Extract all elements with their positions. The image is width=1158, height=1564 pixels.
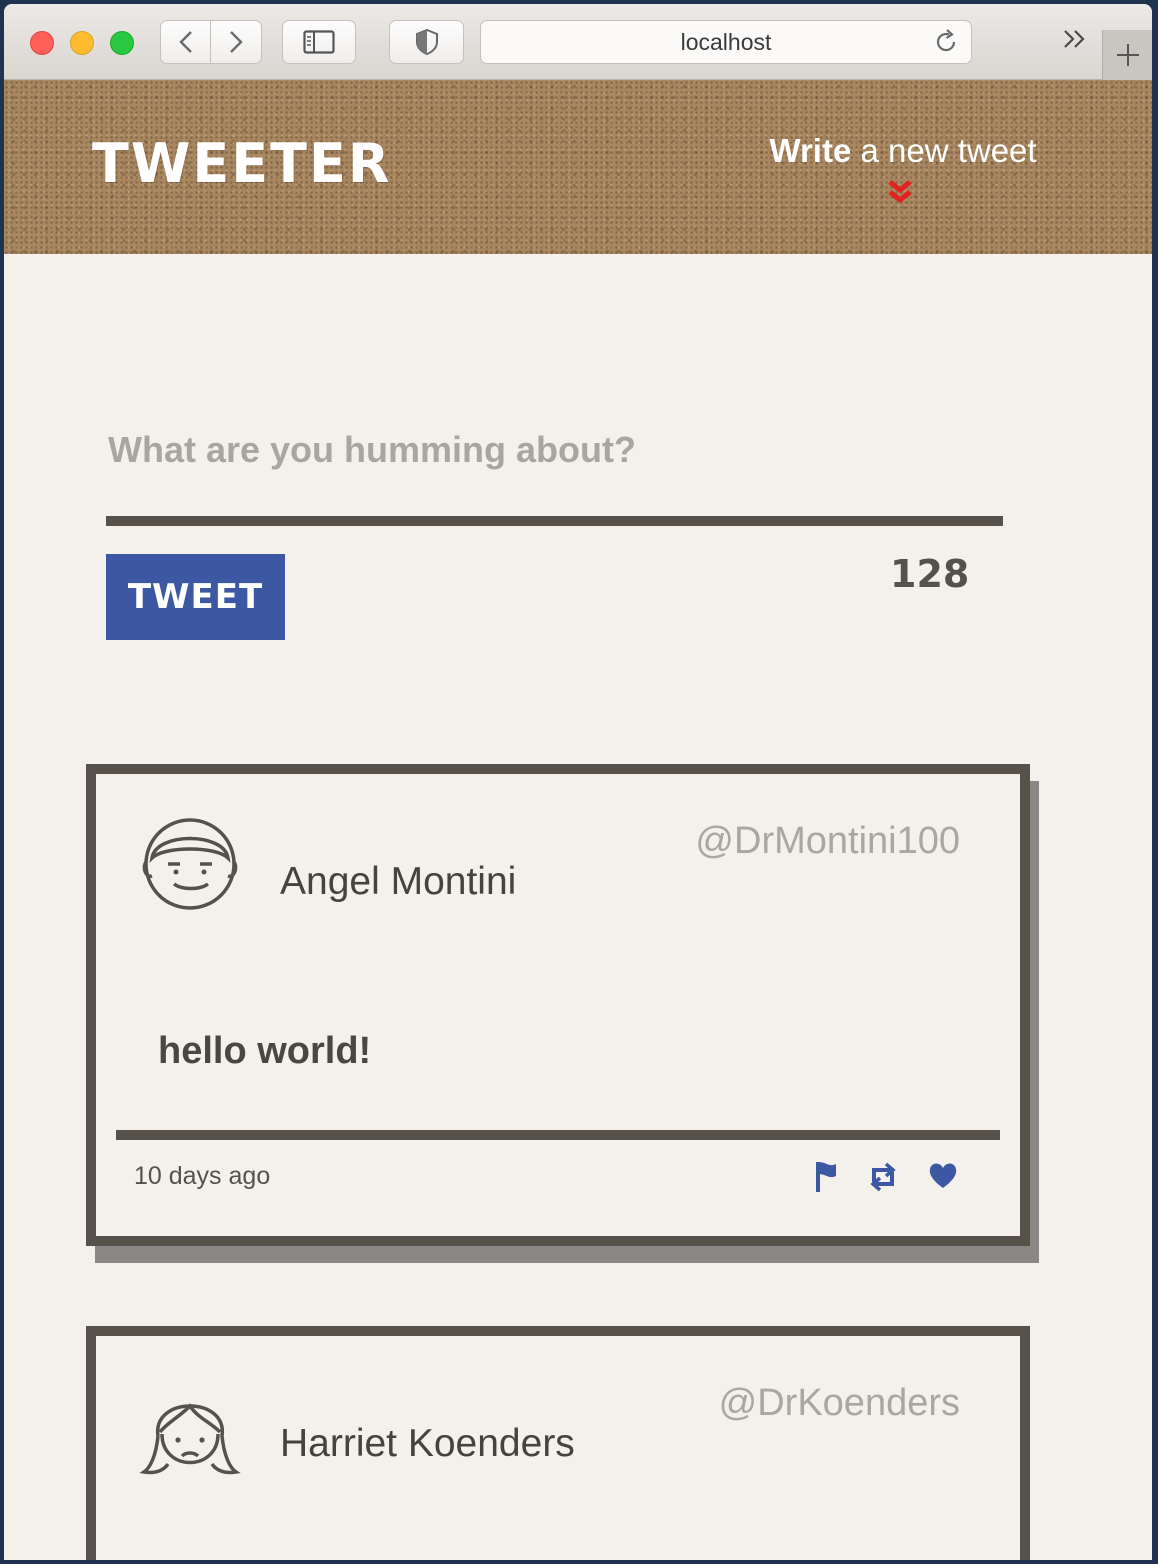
tweet-actions xyxy=(812,1158,972,1198)
browser-window: localhost TWEETER Write a new tweet TWEE… xyxy=(4,4,1152,1560)
new-tab-button[interactable] xyxy=(1102,30,1152,80)
plus-icon xyxy=(1116,44,1139,66)
site-header: TWEETER Write a new tweet xyxy=(4,80,1152,254)
heart-icon[interactable] xyxy=(928,1158,958,1194)
address-text: localhost xyxy=(680,28,772,55)
double-chevron-down-icon[interactable] xyxy=(888,178,912,206)
sidebar-button[interactable] xyxy=(282,20,356,64)
forward-icon xyxy=(230,31,243,53)
privacy-button[interactable] xyxy=(389,20,464,64)
tweet-timestamp: 10 days ago xyxy=(134,1162,271,1190)
tweet-submit-button[interactable]: TWEET xyxy=(106,554,285,640)
user-name: Harriet Koenders xyxy=(280,1422,575,1465)
browser-toolbar: localhost xyxy=(4,4,1152,80)
overflow-icon[interactable] xyxy=(1062,28,1088,56)
user-handle: @DrMontini100 xyxy=(695,820,960,862)
back-icon xyxy=(178,31,192,53)
close-window-button[interactable] xyxy=(30,31,54,55)
compose-toggle-text: a new tweet xyxy=(851,132,1037,169)
tweet-text: hello world! xyxy=(158,1030,372,1072)
user-name: Angel Montini xyxy=(280,860,517,903)
sidebar-icon xyxy=(303,30,335,54)
compose-divider xyxy=(106,516,1003,526)
address-bar[interactable]: localhost xyxy=(480,20,972,64)
reload-icon[interactable] xyxy=(933,29,959,61)
site-logo: TWEETER xyxy=(92,132,392,195)
character-counter: 128 xyxy=(890,552,970,596)
flag-icon[interactable] xyxy=(812,1158,842,1194)
tweet-divider xyxy=(116,1130,1000,1140)
avatar xyxy=(142,818,238,910)
compose-toggle-bold: Write xyxy=(769,132,852,169)
user-handle: @DrKoenders xyxy=(718,1382,960,1424)
tweet-card: Harriet Koenders @DrKoenders xyxy=(86,1326,1030,1560)
back-button[interactable] xyxy=(160,20,211,64)
forward-button[interactable] xyxy=(211,20,262,64)
minimize-window-button[interactable] xyxy=(70,31,94,55)
shield-icon xyxy=(415,28,438,56)
tweet-card: Angel Montini @DrMontini100 hello world!… xyxy=(86,764,1030,1246)
compose-toggle[interactable]: Write a new tweet xyxy=(768,132,1038,170)
tweet-textarea[interactable] xyxy=(108,420,1004,480)
zoom-window-button[interactable] xyxy=(110,31,134,55)
avatar xyxy=(139,1403,241,1475)
retweet-icon[interactable] xyxy=(868,1158,898,1194)
